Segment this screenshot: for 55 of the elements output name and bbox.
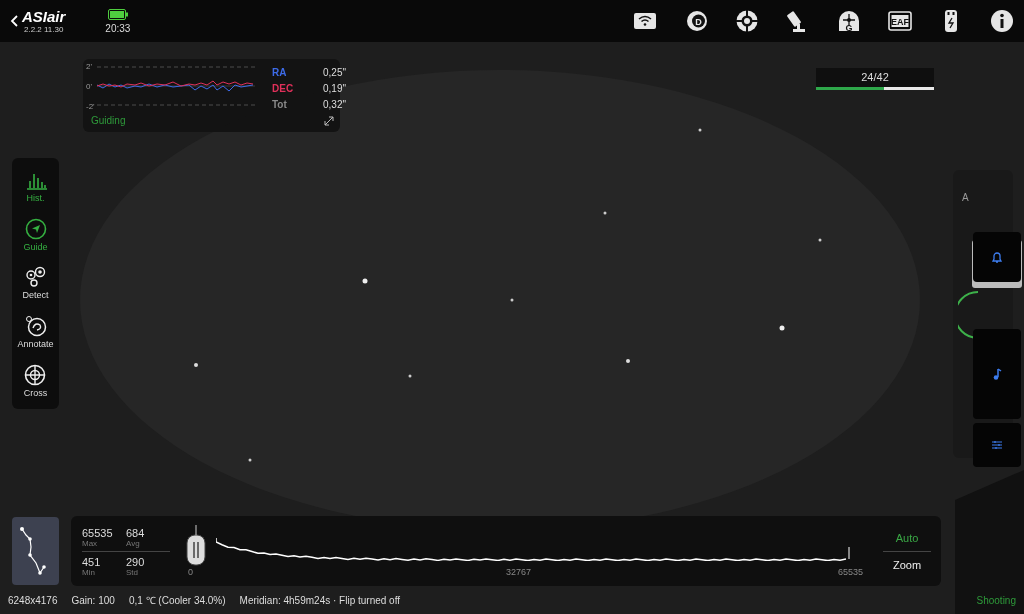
axis-label: -2' [86, 102, 95, 111]
sliders-icon [990, 438, 1004, 452]
clock-time: 20:33 [105, 22, 131, 34]
bell-button[interactable] [973, 232, 1021, 282]
legend-label: RA [272, 67, 288, 79]
logo: ASIair [22, 8, 66, 25]
status-text: Meridian: 4h59m24s · Flip turned off [239, 594, 401, 606]
legend-label: DEC [272, 83, 295, 95]
stretch-handle[interactable] [186, 525, 206, 569]
legend-value: 0,19" [322, 83, 346, 95]
sliders-button[interactable] [973, 423, 1021, 467]
stat-value: 451 [82, 555, 102, 568]
status-text: 6248x4176 [8, 594, 58, 606]
circles-icon [24, 266, 47, 289]
shooting-status: Shooting [976, 594, 1016, 606]
focuser-icon[interactable]: EAF [888, 9, 912, 33]
tool-button[interactable]: Annotate [17, 315, 54, 350]
stat-label: Min [82, 567, 96, 577]
stat-label: Avg [126, 538, 141, 548]
crosshair-icon [24, 363, 47, 386]
stat-value: 65535 [82, 526, 114, 539]
legend-value: 0,25" [322, 67, 346, 79]
histogram-button[interactable]: Zoom [883, 550, 931, 578]
constellation-thumbnail[interactable] [12, 517, 59, 585]
status-text: 0,1 ℃ (Cooler 34.0%) [128, 594, 226, 607]
scale-label: 65535 [838, 567, 864, 577]
target-icon[interactable] [735, 9, 759, 33]
expand-icon[interactable] [324, 116, 334, 126]
stat-value: 290 [126, 555, 146, 568]
tool-button[interactable]: Cross [23, 363, 48, 398]
stat-label: Max [82, 538, 99, 548]
axis-label: 2' [86, 62, 92, 71]
bell-icon [990, 250, 1004, 264]
version-text: 2.2.2 11.30 [23, 24, 64, 34]
status-text: Gain: 100 [71, 594, 115, 606]
progress-count: 24/42 [860, 70, 890, 85]
galaxy-icon [24, 315, 47, 338]
stat-value: 684 [126, 526, 146, 539]
legend-label: Tot [272, 99, 288, 111]
scale-label: 32767 [506, 567, 532, 577]
legend-value: 0,32" [322, 99, 346, 111]
info-icon[interactable] [990, 9, 1014, 33]
guiding-status: Guiding [91, 115, 126, 126]
back-icon[interactable] [10, 14, 20, 28]
scale-label: 0 [188, 567, 193, 577]
filter-wheel-icon[interactable]: D [684, 9, 708, 33]
histogram-button[interactable]: Auto [883, 524, 931, 551]
stat-label: Std [126, 567, 139, 577]
battery-icon [107, 8, 128, 20]
axis-label: 0' [86, 82, 92, 91]
guide-camera-icon[interactable]: G [837, 9, 861, 33]
tool-button[interactable]: Guide [23, 217, 48, 252]
tool-button[interactable]: Hist. [24, 169, 47, 204]
tool-button[interactable]: Detect [22, 266, 49, 301]
panel-label: A [962, 192, 969, 203]
